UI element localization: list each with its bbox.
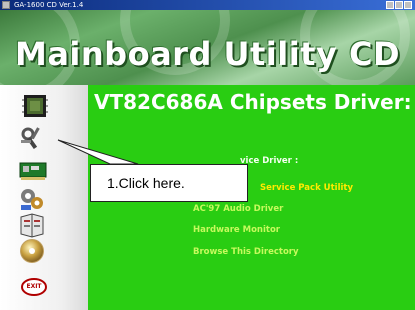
- hardware-monitor-link[interactable]: Hardware Monitor: [193, 225, 280, 235]
- gears-icon[interactable]: [18, 186, 44, 212]
- app-icon: [2, 1, 10, 9]
- close-button[interactable]: [404, 1, 412, 9]
- sidebar: EXIT: [0, 85, 88, 310]
- exit-icon[interactable]: EXIT: [20, 277, 48, 297]
- instruction-text: 1.Click here.: [107, 175, 185, 191]
- chip-icon[interactable]: [22, 93, 48, 119]
- exit-label: EXIT: [26, 283, 42, 290]
- minimize-button[interactable]: [386, 1, 394, 9]
- window-title: GA-1600 CD Ver.1.4: [14, 1, 84, 9]
- title-bar: GA-1600 CD Ver.1.4: [0, 0, 415, 10]
- cd-icon[interactable]: [18, 237, 44, 263]
- audio-driver-link[interactable]: AC'97 Audio Driver: [193, 204, 283, 214]
- banner-title: Mainboard Utility CD: [14, 35, 401, 73]
- maximize-button[interactable]: [395, 1, 403, 9]
- browse-directory-link[interactable]: Browse This Directory: [193, 247, 299, 257]
- page-title: VT82C686A Chipsets Driver:: [94, 90, 412, 114]
- service-pack-utility-link[interactable]: Service Pack Utility: [260, 183, 353, 193]
- service-driver-heading: vice Driver :: [240, 156, 299, 166]
- header-banner: Mainboard Utility CD: [0, 10, 415, 85]
- book-icon[interactable]: [18, 211, 44, 238]
- instruction-callout: 1.Click here.: [90, 164, 248, 202]
